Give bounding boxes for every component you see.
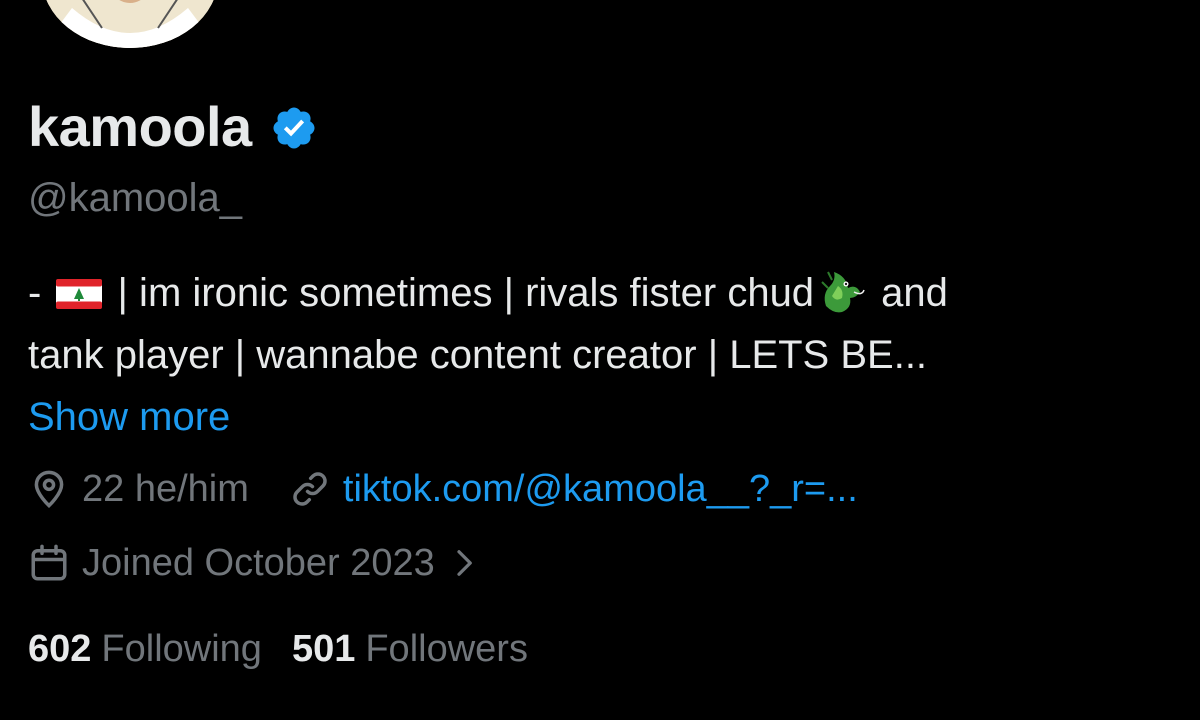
- lebanon-flag-icon: [56, 279, 103, 309]
- link-icon: [293, 472, 327, 506]
- avatar-image: [42, 0, 218, 48]
- joined-text: Joined October 2023: [82, 541, 435, 584]
- bio-suffix: and: [870, 271, 948, 315]
- avatar[interactable]: [42, 0, 218, 48]
- following-stat[interactable]: 602 Following: [28, 628, 262, 671]
- joined-date-row[interactable]: Joined October 2023: [28, 536, 479, 590]
- follow-stats: 602 Following 501 Followers: [28, 622, 528, 676]
- profile-bio: - | im ironic sometimes | rivals fister …: [28, 262, 1168, 448]
- show-more-link[interactable]: Show more: [28, 395, 230, 439]
- bio-prefix: -: [28, 271, 53, 315]
- profile-meta-row: 22 he/him tiktok.com/@kamoola__?_r=...: [28, 462, 858, 516]
- location-item: 22 he/him: [28, 468, 249, 511]
- dragon-emoji-icon: [821, 271, 865, 313]
- website-link[interactable]: tiktok.com/@kamoola__?_r=...: [343, 468, 858, 511]
- bio-line-1: - | im ironic sometimes | rivals fister …: [28, 262, 1168, 324]
- chevron-right-icon: [457, 550, 472, 576]
- following-count: 602: [28, 627, 92, 670]
- bio-text-1: | im ironic sometimes | rivals fister ch…: [106, 271, 815, 315]
- verified-badge-icon[interactable]: [270, 104, 318, 152]
- location-pin-icon: [34, 470, 64, 509]
- following-label: Following: [101, 627, 262, 670]
- bio-line-2: tank player | wannabe content creator | …: [28, 333, 928, 377]
- calendar-icon: [31, 544, 67, 581]
- display-name: kamoola: [28, 94, 252, 158]
- followers-stat[interactable]: 501 Followers: [292, 628, 528, 671]
- website-item[interactable]: tiktok.com/@kamoola__?_r=...: [289, 468, 858, 511]
- followers-count: 501: [291, 627, 356, 670]
- location-text: 22 he/him: [82, 467, 249, 510]
- profile-handle: @kamoola_: [28, 176, 243, 220]
- profile-name-row: kamoola: [28, 88, 318, 164]
- followers-label: Followers: [365, 627, 528, 670]
